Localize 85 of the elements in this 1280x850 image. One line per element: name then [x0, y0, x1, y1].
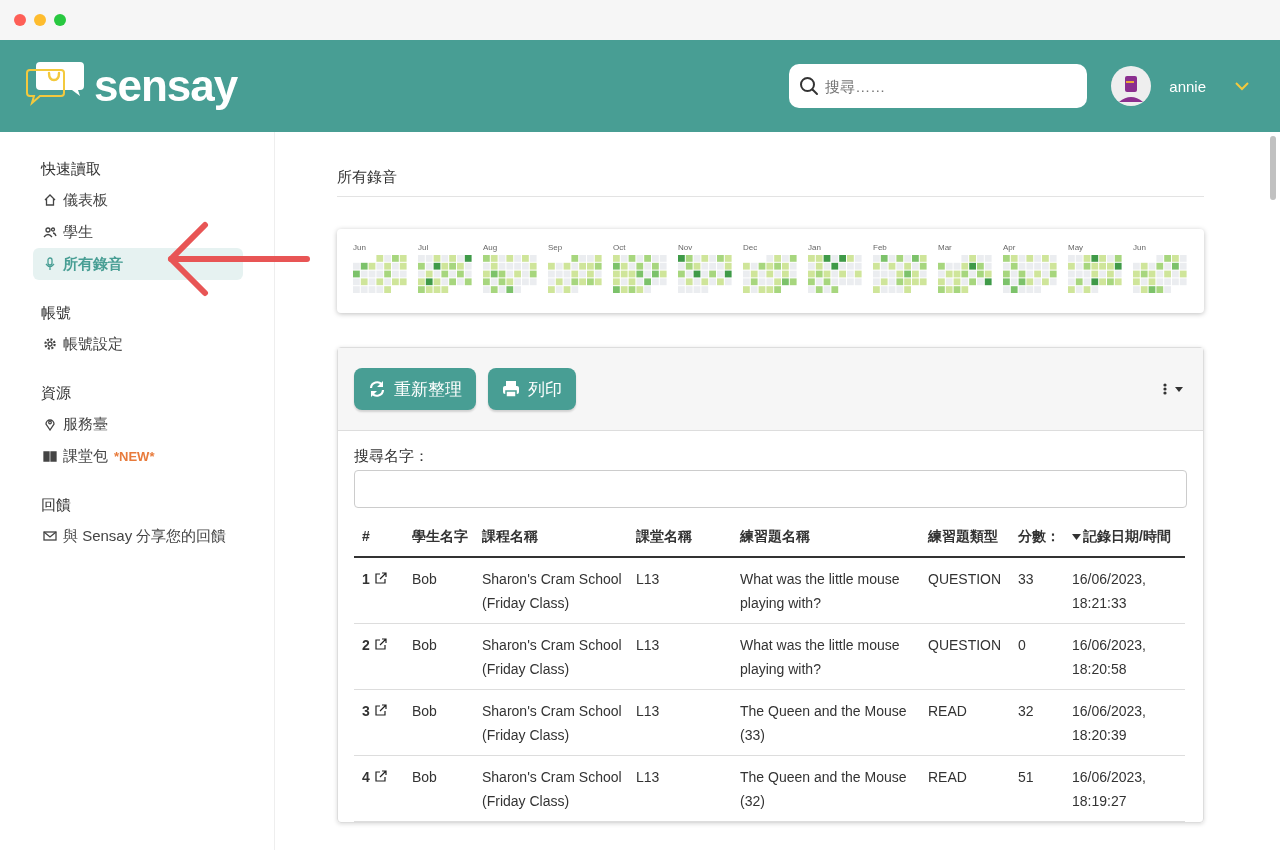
search-field[interactable]: 搜尋…… — [789, 64, 1088, 108]
sidebar-item[interactable]: 與 Sensay 分享您的回饋 — [33, 520, 243, 552]
search-name-label: 搜尋名字： — [354, 447, 430, 466]
table-cell: Sharon's Cram School (Friday Class) — [482, 755, 636, 822]
month-label: Sep — [548, 243, 564, 252]
month-label: Jul — [418, 243, 430, 252]
table-cell: 51 — [1018, 755, 1072, 822]
table-cell: The Queen and the Mouse (32) — [740, 755, 928, 822]
table-cell: 16/06/2023, 18:20:39 — [1072, 689, 1185, 756]
sidebar-item[interactable]: 學生 — [33, 216, 243, 248]
sidebar-item[interactable]: 服務臺 — [33, 408, 243, 440]
table-cell: Sharon's Cram School (Friday Class) — [482, 557, 636, 624]
table-cell: QUESTION — [928, 557, 1018, 624]
table-cell: What was the little mouse playing with? — [740, 557, 928, 624]
gear-icon — [43, 337, 57, 351]
sidebar-item[interactable]: 儀表板 — [33, 184, 243, 216]
column-header[interactable]: 記錄日期/時間 — [1072, 524, 1185, 557]
month-label: Dec — [743, 243, 759, 252]
table-cell: 0 — [1018, 623, 1072, 690]
month-label: Jun — [353, 243, 367, 252]
table-cell: 32 — [1018, 689, 1072, 756]
sidebar-item[interactable]: 課堂包 *NEW* — [33, 440, 243, 472]
table-cell: 16/06/2023, 18:19:27 — [1072, 755, 1185, 822]
table-cell: 33 — [1018, 557, 1072, 624]
table-cell: L13 — [636, 689, 740, 756]
table-cell: READ — [928, 689, 1018, 756]
month-label: Mar — [938, 243, 953, 252]
table-cell: What was the little mouse playing with? — [740, 623, 928, 690]
table-cell: The Queen and the Mouse (33) — [740, 689, 928, 756]
table-cell: Bob — [412, 755, 482, 822]
mail-icon — [43, 529, 57, 543]
section-heading: 資源 — [40, 383, 72, 403]
book-icon — [43, 449, 57, 463]
month-label: Nov — [678, 243, 694, 252]
month-label: Feb — [873, 243, 888, 252]
logo-text: sensay — [94, 61, 238, 111]
table-cell: Bob — [412, 557, 482, 624]
sidebar-item[interactable]: 帳號設定 — [33, 328, 243, 360]
table-cell: Bob — [412, 689, 482, 756]
close-window-button[interactable] — [14, 14, 26, 26]
table-cell: L13 — [636, 557, 740, 624]
row-number: 1 — [362, 571, 370, 587]
avatar[interactable] — [1111, 66, 1152, 106]
sort-caret-icon — [1072, 534, 1081, 541]
column-header[interactable]: 練習題類型 — [928, 524, 1018, 557]
month-label: Jun — [1133, 243, 1147, 252]
table-cell: Sharon's Cram School (Friday Class) — [482, 623, 636, 690]
column-header[interactable]: # — [354, 524, 412, 557]
table-cell: QUESTION — [928, 623, 1018, 690]
external-link-icon[interactable] — [374, 638, 387, 650]
table-cell: Sharon's Cram School (Friday Class) — [482, 689, 636, 756]
table-cell: L13 — [636, 623, 740, 690]
table-cell: READ — [928, 755, 1018, 822]
column-header[interactable]: 學生名字 — [412, 524, 482, 557]
column-header[interactable]: 課程名稱 — [482, 524, 636, 557]
external-link-icon[interactable] — [374, 704, 387, 716]
table-cell: L13 — [636, 755, 740, 822]
name-search-field[interactable] — [354, 470, 1187, 508]
table-cell: Bob — [412, 623, 482, 690]
table-cell: 16/06/2023, 18:20:58 — [1072, 623, 1185, 690]
column-header[interactable]: 練習題名稱 — [740, 524, 928, 557]
row-number: 4 — [362, 769, 370, 785]
month-label: Jan — [808, 243, 822, 252]
month-label: May — [1068, 243, 1085, 252]
table-cell: 16/06/2023, 18:21:33 — [1072, 557, 1185, 624]
home-icon — [43, 193, 57, 207]
month-label: Aug — [483, 243, 499, 252]
row-number: 3 — [362, 703, 370, 719]
external-link-icon[interactable] — [374, 770, 387, 782]
users-icon — [43, 225, 57, 239]
section-heading: 快速讀取 — [39, 159, 102, 179]
search-icon — [799, 76, 820, 96]
printer-icon — [502, 380, 520, 398]
month-label: Apr — [1003, 243, 1017, 252]
column-header[interactable]: 課堂名稱 — [636, 524, 740, 557]
external-link-icon[interactable] — [374, 572, 387, 584]
section-heading: 回饋 — [40, 495, 72, 515]
row-number: 2 — [362, 637, 370, 653]
month-label: Oct — [613, 243, 627, 252]
refresh-icon — [368, 380, 386, 398]
microphone-icon — [43, 257, 57, 271]
location-pin-icon — [43, 417, 57, 431]
column-header[interactable]: 分數： — [1018, 524, 1072, 557]
page-title: 所有錄音 — [337, 168, 1204, 197]
section-heading: 帳號 — [40, 303, 72, 323]
